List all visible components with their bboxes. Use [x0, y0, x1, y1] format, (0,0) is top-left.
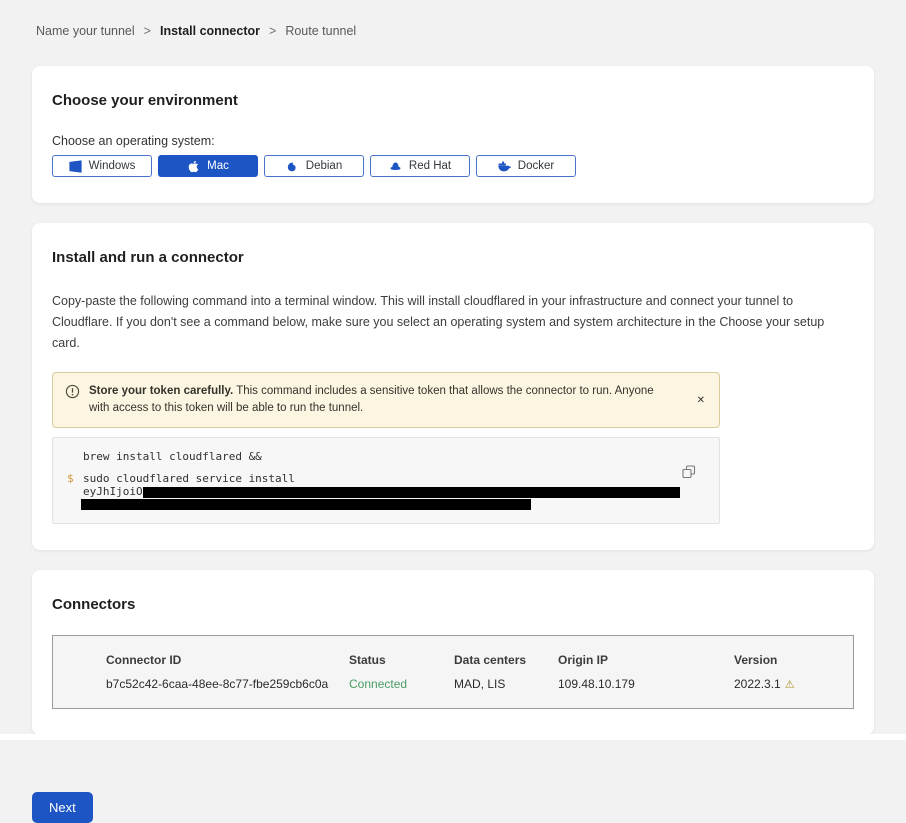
- os-button-label: Mac: [207, 160, 229, 172]
- apple-icon: [187, 160, 200, 173]
- os-button-redhat[interactable]: Red Hat: [370, 155, 470, 177]
- shell-prompt: $: [67, 473, 83, 485]
- breadcrumb-separator: >: [144, 24, 151, 38]
- breadcrumb-route-tunnel[interactable]: Route tunnel: [285, 24, 356, 38]
- footer-strip: [0, 734, 906, 740]
- col-header-connector-id: Connector ID: [106, 653, 349, 667]
- code-text: sudo cloudflared service install: [83, 473, 295, 485]
- breadcrumb-install-connector[interactable]: Install connector: [160, 24, 260, 38]
- redhat-icon: [389, 160, 402, 173]
- col-header-data-centers: Data centers: [454, 653, 558, 667]
- status-badge: Connected: [349, 677, 454, 691]
- code-line-4: [67, 499, 705, 510]
- os-button-debian[interactable]: Debian: [264, 155, 364, 177]
- connector-id-value: b7c52c42-6caa-48ee-8c77-fbe259cb6c0a: [106, 677, 349, 691]
- breadcrumb-name-your-tunnel[interactable]: Name your tunnel: [36, 24, 135, 38]
- windows-icon: [69, 160, 82, 173]
- breadcrumb-separator: >: [269, 24, 276, 38]
- next-button[interactable]: Next: [32, 792, 93, 823]
- redacted-token-bar: [143, 487, 680, 498]
- os-button-label: Docker: [518, 160, 554, 172]
- docker-icon: [498, 160, 511, 173]
- connectors-card: Connectors Connector ID Status Data cent…: [32, 570, 874, 735]
- col-header-status: Status: [349, 653, 454, 667]
- os-button-group: Windows Mac Debian Red Hat: [52, 155, 854, 177]
- warning-title: Store your token carefully.: [89, 385, 233, 397]
- data-centers-value: MAD, LIS: [454, 677, 558, 691]
- connectors-table: Connector ID Status Data centers Origin …: [52, 635, 854, 709]
- connectors-card-title: Connectors: [52, 596, 854, 613]
- os-button-windows[interactable]: Windows: [52, 155, 152, 177]
- code-line-3: eyJhIjoiO: [67, 486, 705, 498]
- warning-text: Store your token carefully. This command…: [89, 383, 674, 417]
- install-connector-card: Install and run a connector Copy-paste t…: [32, 223, 874, 550]
- col-header-origin-ip: Origin IP: [558, 653, 734, 667]
- alert-circle-icon: [65, 384, 80, 417]
- table-row: b7c52c42-6caa-48ee-8c77-fbe259cb6c0a Con…: [53, 667, 853, 708]
- table-header-row: Connector ID Status Data centers Origin …: [53, 636, 853, 667]
- token-warning-banner: Store your token carefully. This command…: [52, 372, 720, 428]
- environment-card-title: Choose your environment: [52, 92, 854, 109]
- os-button-mac[interactable]: Mac: [158, 155, 258, 177]
- code-line-1: brew install cloudflared &&: [67, 451, 705, 463]
- close-icon[interactable]: ✕: [695, 392, 707, 409]
- code-text: brew install cloudflared &&: [83, 451, 262, 463]
- version-number: 2022.3.1: [734, 677, 781, 691]
- breadcrumb: Name your tunnel > Install connector > R…: [0, 0, 906, 66]
- environment-card: Choose your environment Choose an operat…: [32, 66, 874, 203]
- copy-icon[interactable]: [682, 465, 696, 479]
- install-description: Copy-paste the following command into a …: [52, 291, 854, 354]
- os-button-docker[interactable]: Docker: [476, 155, 576, 177]
- os-button-label: Windows: [89, 160, 136, 172]
- install-card-title: Install and run a connector: [52, 249, 854, 266]
- debian-icon: [286, 160, 299, 173]
- code-line-2: $ sudo cloudflared service install: [67, 473, 705, 485]
- os-button-label: Red Hat: [409, 160, 451, 172]
- origin-ip-value: 109.48.10.179: [558, 677, 734, 691]
- os-select-label: Choose an operating system:: [52, 134, 854, 148]
- version-value: 2022.3.1 ⚠: [734, 677, 833, 691]
- os-button-label: Debian: [306, 160, 342, 172]
- col-header-version: Version: [734, 653, 833, 667]
- token-prefix: eyJhIjoiO: [83, 486, 143, 498]
- warning-triangle-icon: ⚠: [785, 679, 795, 691]
- install-command-code-block: brew install cloudflared && $ sudo cloud…: [52, 437, 720, 524]
- redacted-token-bar: [81, 499, 531, 510]
